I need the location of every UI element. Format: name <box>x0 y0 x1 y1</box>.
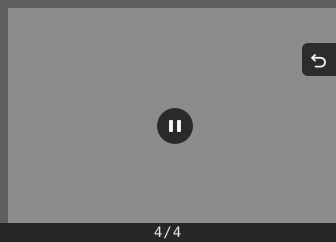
page-counter: 4/4 <box>153 225 183 241</box>
app-screen: 4/4 <box>0 0 336 242</box>
back-button[interactable] <box>302 43 336 76</box>
pause-bar-left <box>169 120 173 132</box>
undo-arrow-icon <box>311 53 326 67</box>
pause-bar-right <box>177 120 181 132</box>
pause-button[interactable] <box>157 108 193 144</box>
pause-icon <box>169 120 181 132</box>
